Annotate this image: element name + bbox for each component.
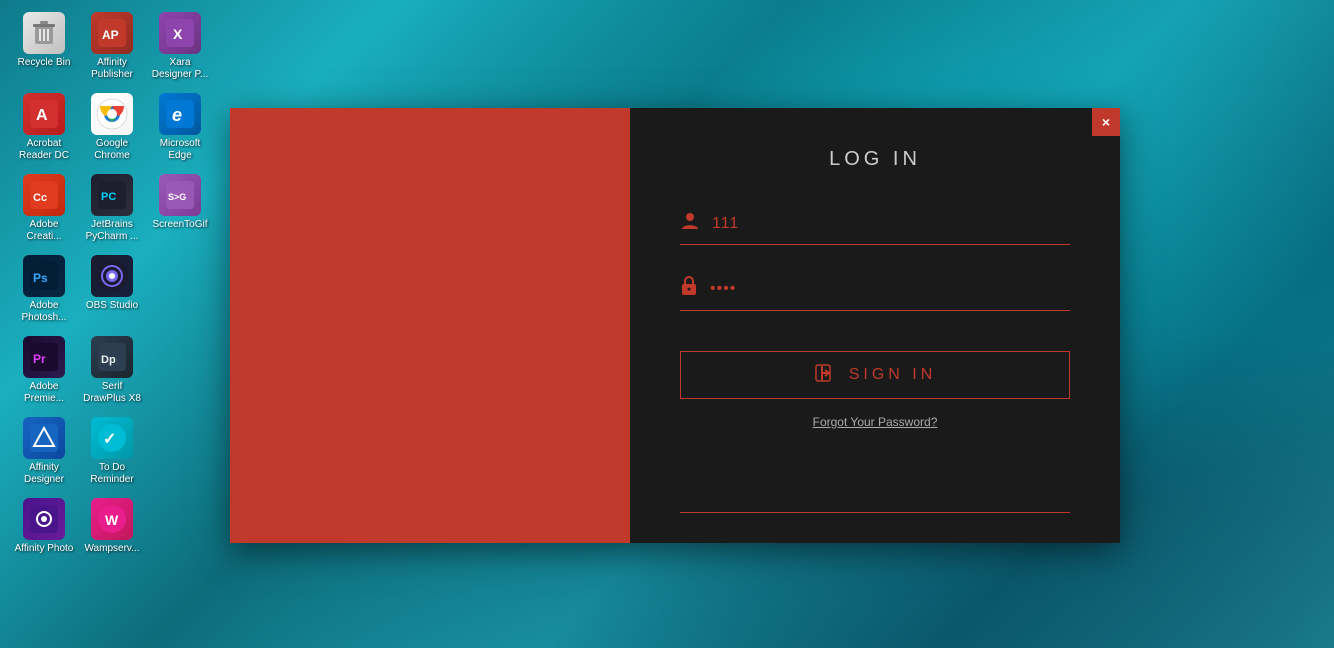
todo-reminder-label: To Do Reminder [82, 462, 142, 486]
svg-text:Ps: Ps [33, 271, 48, 285]
xara-designer-icon: X [159, 12, 201, 54]
icon-adobe-premiere[interactable]: Pr Adobe Premie... [10, 332, 78, 409]
login-modal: × LOG IN [230, 108, 1120, 543]
recycle-bin-icon [23, 12, 65, 54]
svg-text:Cc: Cc [33, 192, 47, 204]
icon-affinity-photo[interactable]: Affinity Photo [10, 494, 78, 559]
svg-text:AP: AP [102, 28, 119, 42]
pycharm-label: JetBrains PyCharm ... [82, 219, 142, 243]
modal-close-button[interactable]: × [1092, 108, 1120, 136]
svg-text:PC: PC [101, 191, 116, 203]
icon-row-0: Recycle Bin AP Affinity Publisher X [10, 8, 220, 85]
wampserver-label: Wampserv... [84, 543, 139, 555]
login-title: LOG IN [680, 148, 1070, 171]
adobe-photoshop-icon: Ps [23, 255, 65, 297]
pycharm-icon: PC [91, 174, 133, 216]
affinity-designer-icon [23, 417, 65, 459]
affinity-photo-icon [23, 498, 65, 540]
icon-row-5: Affinity Designer ✓ To Do Reminder [10, 413, 220, 490]
password-input-group [680, 275, 1070, 311]
recycle-bin-label: Recycle Bin [18, 57, 71, 69]
affinity-publisher-label: Affinity Publisher [82, 57, 142, 81]
icon-affinity-designer[interactable]: Affinity Designer [10, 413, 78, 490]
screentogif-label: ScreenToGif [152, 219, 207, 231]
serif-drawplus-icon: Dp [91, 336, 133, 378]
svg-text:X: X [173, 26, 183, 42]
icon-row-4: Pr Adobe Premie... Dp Serif DrawPlus X8 [10, 332, 220, 409]
google-chrome-label: Google Chrome [82, 138, 142, 162]
screentogif-icon: S>G [159, 174, 201, 216]
icon-row-6: Affinity Photo W Wampserv... [10, 494, 220, 559]
icon-row-3: Ps Adobe Photosh... OBS Studio [10, 251, 220, 328]
icon-affinity-publisher[interactable]: AP Affinity Publisher [78, 8, 146, 85]
serif-drawplus-label: Serif DrawPlus X8 [82, 381, 142, 405]
icon-serif-drawplus[interactable]: Dp Serif DrawPlus X8 [78, 332, 146, 409]
svg-text:W: W [105, 512, 119, 528]
username-input-group [680, 211, 1070, 245]
svg-text:A: A [36, 107, 48, 124]
login-right-panel: × LOG IN [630, 108, 1120, 543]
icon-todo-reminder[interactable]: ✓ To Do Reminder [78, 413, 146, 490]
todo-reminder-icon: ✓ [91, 417, 133, 459]
desktop-icon-bar: Recycle Bin AP Affinity Publisher X [0, 0, 230, 648]
adobe-creative-label: Adobe Creati... [14, 219, 74, 243]
icon-adobe-creative[interactable]: Cc Adobe Creati... [10, 170, 78, 247]
icon-screentogif[interactable]: S>G ScreenToGif [146, 170, 214, 247]
icon-google-chrome[interactable]: Google Chrome [78, 89, 146, 166]
icon-pycharm[interactable]: PC JetBrains PyCharm ... [78, 170, 146, 247]
adobe-premiere-label: Adobe Premie... [14, 381, 74, 405]
icon-xara-designer[interactable]: X Xara Designer P... [146, 8, 214, 85]
login-left-panel [230, 108, 630, 543]
forgot-password-post: ? [931, 415, 938, 429]
lock-icon [680, 275, 698, 302]
acrobat-reader-icon: A [23, 93, 65, 135]
icon-row-2: Cc Adobe Creati... PC JetBrains PyCharm … [10, 170, 220, 247]
sign-in-label: SIGN IN [849, 366, 937, 384]
affinity-photo-label: Affinity Photo [15, 543, 74, 555]
desktop: Recycle Bin AP Affinity Publisher X [0, 0, 1334, 648]
icon-adobe-photoshop[interactable]: Ps Adobe Photosh... [10, 251, 78, 328]
acrobat-reader-label: Acrobat Reader DC [14, 138, 74, 162]
wampserver-icon: W [91, 498, 133, 540]
svg-text:Pr: Pr [33, 352, 46, 366]
adobe-photoshop-label: Adobe Photosh... [14, 300, 74, 324]
password-input[interactable] [710, 280, 1070, 298]
forgot-password-link[interactable]: Your Password [850, 415, 930, 429]
sign-in-button[interactable]: SIGN IN [680, 351, 1070, 399]
microsoft-edge-label: Microsoft Edge [150, 138, 210, 162]
signin-arrow-icon [814, 363, 834, 388]
icon-microsoft-edge[interactable]: e Microsoft Edge [146, 89, 214, 166]
icon-row-1: A Acrobat Reader DC Google Chrom [10, 89, 220, 166]
icon-acrobat-reader[interactable]: A Acrobat Reader DC [10, 89, 78, 166]
svg-text:S>G: S>G [168, 192, 186, 202]
svg-text:Dp: Dp [101, 354, 116, 366]
username-input[interactable] [712, 215, 1070, 233]
icon-recycle-bin[interactable]: Recycle Bin [10, 8, 78, 85]
svg-text:e: e [172, 105, 182, 125]
icon-wampserver[interactable]: W Wampserv... [78, 494, 146, 559]
google-chrome-icon [91, 93, 133, 135]
close-icon: × [1102, 114, 1110, 130]
xara-designer-label: Xara Designer P... [150, 57, 210, 81]
bottom-decorative-line [680, 512, 1070, 513]
obs-studio-icon [91, 255, 133, 297]
microsoft-edge-icon: e [159, 93, 201, 135]
adobe-creative-icon: Cc [23, 174, 65, 216]
forgot-password-pre: Forgot [813, 415, 851, 429]
icon-obs-studio[interactable]: OBS Studio [78, 251, 146, 328]
forgot-password-text[interactable]: Forgot Your Password? [813, 415, 938, 429]
obs-studio-label: OBS Studio [86, 300, 138, 312]
user-icon [680, 211, 700, 236]
adobe-premiere-icon: Pr [23, 336, 65, 378]
affinity-publisher-icon: AP [91, 12, 133, 54]
svg-text:✓: ✓ [103, 431, 116, 448]
affinity-designer-label: Affinity Designer [14, 462, 74, 486]
